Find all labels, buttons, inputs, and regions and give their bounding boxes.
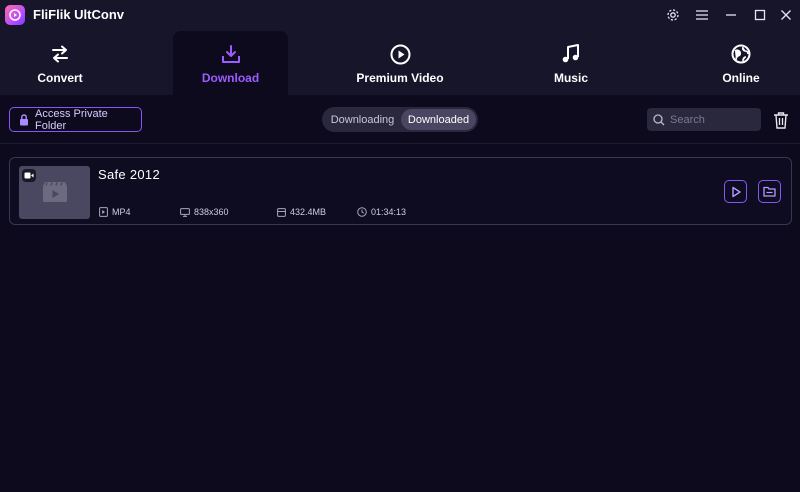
- play-icon: [730, 186, 742, 198]
- tab-online[interactable]: Online: [701, 31, 781, 95]
- download-icon: [221, 43, 241, 65]
- resolution-value: 838x360: [194, 207, 229, 217]
- tab-download[interactable]: Download: [173, 31, 288, 95]
- tab-convert[interactable]: Convert: [10, 31, 110, 95]
- format-meta: MP4: [99, 207, 131, 217]
- lock-icon: [19, 113, 29, 126]
- tab-premium-video[interactable]: Premium Video: [340, 31, 460, 95]
- resolution-meta: 838x360: [180, 207, 229, 217]
- gear-icon[interactable]: [662, 4, 684, 26]
- duration-value: 01:34:13: [371, 207, 407, 217]
- title-bar: FliFlik UltConv: [0, 0, 800, 31]
- video-title: Safe 2012: [98, 167, 160, 182]
- search-box: [647, 108, 761, 131]
- search-input[interactable]: [670, 113, 756, 126]
- tab-label: Download: [201, 71, 260, 85]
- app-logo-icon: [5, 5, 25, 25]
- toolbar-divider: [0, 143, 800, 144]
- video-file-icon: [99, 207, 108, 217]
- app-title: FliFlik UltConv: [33, 7, 124, 22]
- minimize-icon[interactable]: [720, 4, 742, 26]
- access-private-folder-button[interactable]: Access Private Folder: [9, 107, 142, 132]
- monitor-icon: [180, 207, 190, 217]
- close-icon[interactable]: [775, 4, 797, 26]
- globe-icon: [731, 43, 751, 65]
- tab-music[interactable]: Music: [531, 31, 611, 95]
- clock-icon: [357, 207, 367, 217]
- play-button[interactable]: [724, 180, 747, 203]
- film-icon: [43, 182, 67, 207]
- maximize-icon[interactable]: [749, 4, 771, 26]
- duration-meta: 01:34:13: [357, 207, 406, 217]
- folder-icon: [763, 186, 776, 197]
- open-folder-button[interactable]: [758, 180, 781, 203]
- private-folder-label: Access Private Folder: [35, 107, 108, 132]
- music-note-icon: [562, 43, 580, 65]
- tab-label: Premium Video: [356, 71, 444, 85]
- format-value: MP4: [112, 207, 131, 217]
- trash-icon[interactable]: [771, 109, 791, 130]
- download-status-toggle: Downloading Downloaded: [322, 107, 478, 132]
- video-camera-icon: [22, 169, 36, 182]
- search-icon: [653, 113, 665, 126]
- tab-label: Music: [553, 71, 588, 85]
- main-tab-bar: Convert Download Premium Video Music Onl…: [0, 31, 800, 95]
- tab-label: Convert: [37, 71, 83, 85]
- segment-downloading[interactable]: Downloading: [324, 109, 401, 130]
- list-item: Safe 2012 MP4 838x360 432.4MB 01:34:13: [9, 157, 792, 225]
- storage-icon: [277, 207, 286, 217]
- segment-downloaded[interactable]: Downloaded: [401, 109, 476, 130]
- size-value: 432.4MB: [290, 207, 327, 217]
- menu-icon[interactable]: [691, 4, 713, 26]
- tab-label: Online: [722, 71, 760, 85]
- size-meta: 432.4MB: [277, 207, 326, 217]
- play-circle-icon: [390, 43, 411, 65]
- convert-arrows-icon: [51, 43, 69, 65]
- video-thumbnail[interactable]: [19, 166, 90, 219]
